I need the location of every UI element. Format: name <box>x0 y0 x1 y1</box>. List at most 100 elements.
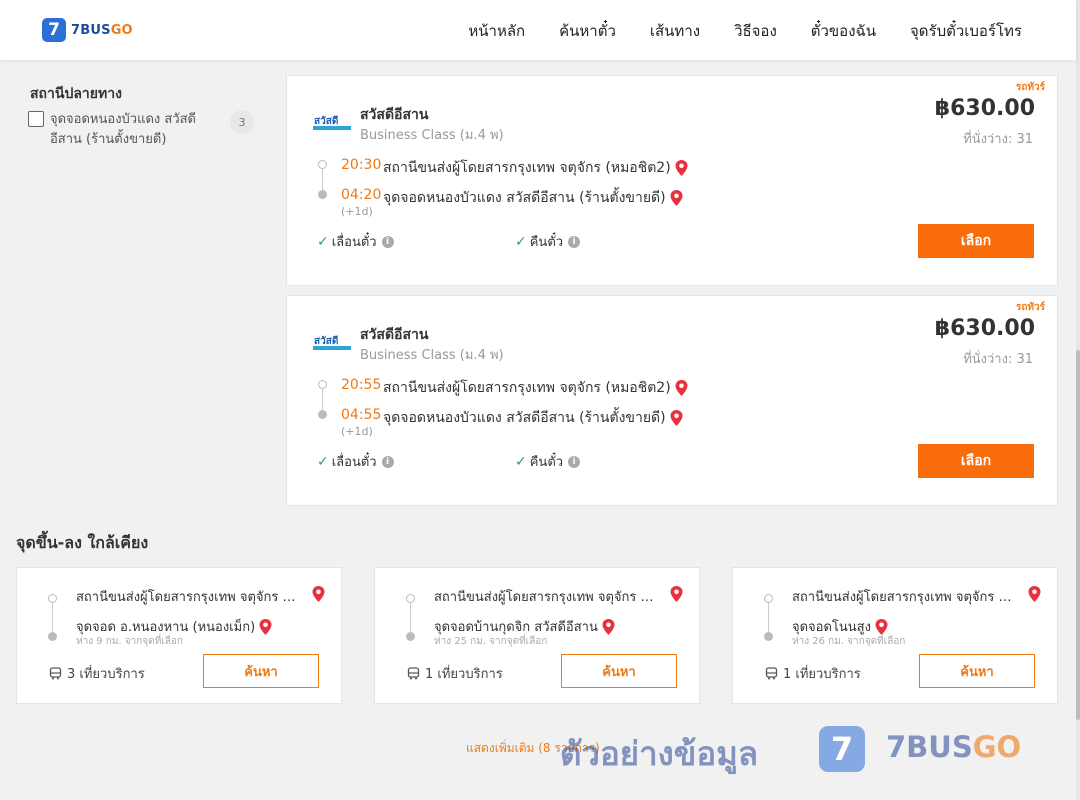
nearby-distance: ห่าง 9 กม. จากจุดที่เลือก <box>76 636 183 647</box>
info-icon[interactable]: i <box>381 455 394 468</box>
filter-option-count: 3 <box>230 110 254 134</box>
policy-change: ✓ เลื่อนตั๋ว i <box>317 231 394 252</box>
origin-dot <box>318 380 327 389</box>
arrive-time: 04:20 <box>341 187 382 203</box>
nearby-trip-count: 1 เที่ยวบริการ <box>765 663 861 684</box>
trip-card: รถทัวร์ สวัสดี สวัสดีอีสาน Business Clas… <box>286 75 1058 286</box>
check-icon: ✓ <box>317 233 329 250</box>
map-pin-icon[interactable] <box>670 586 683 602</box>
info-icon[interactable]: i <box>381 235 394 248</box>
main-nav: หน้าหลัก ค้นหาตั๋ว เส้นทาง วิธีจอง ตั๋วข… <box>468 19 1022 43</box>
arrive-stop-label: จุดจอดหนองบัวแดง สวัสดีอีสาน (ร้านตั้งขา… <box>383 190 666 206</box>
map-pin-icon[interactable] <box>1028 586 1041 602</box>
filter-checkbox[interactable] <box>28 111 44 127</box>
depart-stop: สถานีขนส่งผู้โดยสารกรุงเทพ จตุจักร (หมอช… <box>383 377 688 399</box>
map-pin-icon[interactable] <box>675 160 688 176</box>
nearby-section-title: จุดขึ้น-ลง ใกล้เคียง <box>16 533 149 552</box>
svg-text:สวัสดี: สวัสดี <box>314 335 338 347</box>
bus-class: Business Class (ม.4 พ) <box>360 348 504 363</box>
info-icon[interactable]: i <box>568 455 581 468</box>
nearby-distance: ห่าง 25 กม. จากจุดที่เลือก <box>434 636 548 647</box>
next-day-badge: (+1d) <box>341 205 373 218</box>
map-pin-icon[interactable] <box>670 190 683 206</box>
logo-text: 7BUSGO <box>71 22 133 38</box>
depart-stop-label: สถานีขนส่งผู้โดยสารกรุงเทพ จตุจักร (หมอช… <box>383 160 671 176</box>
arrive-stop: จุดจอดหนองบัวแดง สวัสดีอีสาน (ร้านตั้งขา… <box>383 187 683 209</box>
origin-dot <box>406 594 415 603</box>
policy-change-label: เลื่อนตั๋ว <box>331 455 377 470</box>
route-line <box>768 598 769 636</box>
policy-change-label: เลื่อนตั๋ว <box>331 235 377 250</box>
operator-name: สวัสดีอีสาน <box>360 107 429 123</box>
policy-refund-label: คืนตั๋ว <box>529 455 564 470</box>
bus-class: Business Class (ม.4 พ) <box>360 128 504 143</box>
arrive-stop: จุดจอดหนองบัวแดง สวัสดีอีสาน (ร้านตั้งขา… <box>383 407 683 429</box>
route-line <box>52 598 53 636</box>
nav-ticket-pickup-phone[interactable]: จุดรับตั๋วเบอร์โทร <box>910 19 1022 43</box>
nav-my-tickets[interactable]: ตั๋วของฉัน <box>811 19 876 43</box>
policy-change: ✓ เลื่อนตั๋ว i <box>317 451 394 472</box>
watermark-logo-icon: 7 <box>819 726 865 772</box>
destination-dot <box>48 632 57 641</box>
svg-text:สวัสดี: สวัสดี <box>314 115 338 127</box>
bus-type-tag: รถทัวร์ <box>1015 82 1045 93</box>
bus-icon <box>407 667 420 680</box>
next-day-badge: (+1d) <box>341 425 373 438</box>
nearby-search-button[interactable]: ค้นหา <box>919 654 1035 688</box>
depart-time: 20:55 <box>341 377 382 393</box>
policy-refund: ✓ คืนตั๋ว i <box>515 231 581 252</box>
trip-price: ฿630.00 <box>934 316 1035 341</box>
origin-dot <box>48 594 57 603</box>
nearby-card: สถานีขนส่งผู้โดยสารกรุงเทพ จตุจักร (... … <box>16 567 342 704</box>
nav-search-tickets[interactable]: ค้นหาตั๋ว <box>559 19 616 43</box>
page-scrollbar-thumb[interactable] <box>1076 350 1080 720</box>
arrive-stop-label: จุดจอดหนองบัวแดง สวัสดีอีสาน (ร้านตั้งขา… <box>383 410 666 426</box>
info-icon[interactable]: i <box>568 235 581 248</box>
bus-type-tag: รถทัวร์ <box>1015 302 1045 313</box>
bus-icon <box>765 667 778 680</box>
operator-logo-icon: สวัสดี <box>313 335 351 350</box>
map-pin-icon[interactable] <box>670 410 683 426</box>
nearby-trip-count-label: 1 เที่ยวบริการ <box>425 667 503 682</box>
check-icon: ✓ <box>317 453 329 470</box>
nearby-trip-count: 1 เที่ยวบริการ <box>407 663 503 684</box>
check-icon: ✓ <box>515 453 527 470</box>
select-trip-button[interactable]: เลือก <box>918 224 1034 258</box>
logo-mark: 7 <box>42 18 66 42</box>
trip-card: รถทัวร์ สวัสดี สวัสดีอีสาน Business Clas… <box>286 295 1058 506</box>
check-icon: ✓ <box>515 233 527 250</box>
map-pin-icon[interactable] <box>312 586 325 602</box>
nearby-card: สถานีขนส่งผู้โดยสารกรุงเทพ จตุจักร (... … <box>374 567 700 704</box>
nearby-from-stop: สถานีขนส่งผู้โดยสารกรุงเทพ จตุจักร (... <box>434 590 654 605</box>
depart-time: 20:30 <box>341 157 382 173</box>
arrive-time: 04:55 <box>341 407 382 423</box>
operator-name: สวัสดีอีสาน <box>360 327 429 343</box>
bus-icon <box>49 667 62 680</box>
map-pin-icon[interactable] <box>675 380 688 396</box>
nearby-trip-count-label: 3 เที่ยวบริการ <box>67 667 145 682</box>
nearby-from-stop: สถานีขนส่งผู้โดยสารกรุงเทพ จตุจักร (... <box>76 590 296 605</box>
nav-routes[interactable]: เส้นทาง <box>650 19 700 43</box>
filter-option-label[interactable]: จุดจอดหนองบัวแดง สวัสดีอีสาน (ร้านตั้งขา… <box>50 110 210 150</box>
select-trip-button[interactable]: เลือก <box>918 444 1034 478</box>
map-pin-icon[interactable] <box>875 618 888 635</box>
map-pin-icon[interactable] <box>259 618 272 635</box>
nav-home[interactable]: หน้าหลัก <box>468 19 525 43</box>
depart-stop-label: สถานีขนส่งผู้โดยสารกรุงเทพ จตุจักร (หมอช… <box>383 380 671 396</box>
nav-how-to-book[interactable]: วิธีจอง <box>734 19 777 43</box>
map-pin-icon[interactable] <box>602 618 615 635</box>
destination-dot <box>764 632 773 641</box>
nearby-trip-count: 3 เที่ยวบริการ <box>49 663 145 684</box>
site-logo[interactable]: 7 7BUSGO <box>42 18 133 42</box>
destination-dot <box>318 190 327 199</box>
operator-logo-icon: สวัสดี <box>313 115 351 130</box>
filter-destination-title: สถานีปลายทาง <box>30 86 122 102</box>
nearby-search-button[interactable]: ค้นหา <box>203 654 319 688</box>
top-header: 7 7BUSGO หน้าหลัก ค้นหาตั๋ว เส้นทาง วิธี… <box>0 0 1076 60</box>
nearby-card: สถานีขนส่งผู้โดยสารกรุงเทพ จตุจักร (... … <box>732 567 1058 704</box>
watermark-brand: 7BUSGO <box>886 730 1022 764</box>
route-line <box>410 598 411 636</box>
nearby-search-button[interactable]: ค้นหา <box>561 654 677 688</box>
seats-available: ที่นั่งว่าง: 31 <box>963 352 1033 367</box>
nearby-distance: ห่าง 26 กม. จากจุดที่เลือก <box>792 636 906 647</box>
